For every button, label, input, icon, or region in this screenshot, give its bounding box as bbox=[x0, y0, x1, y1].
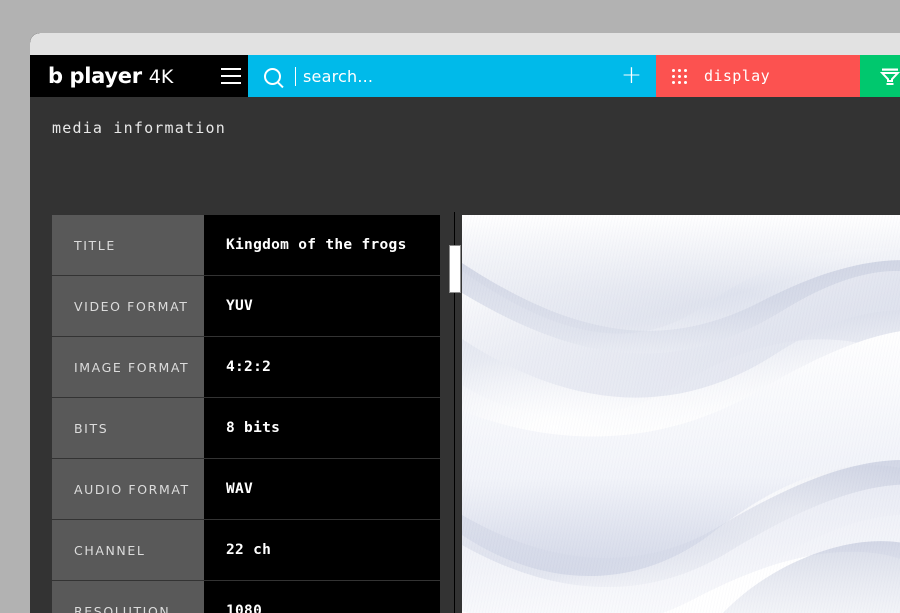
table-row[interactable]: RESOLUTION 1080 bbox=[52, 581, 440, 613]
app-window: b player 4K search... + display media in… bbox=[30, 33, 900, 613]
info-row-value: 8 bits bbox=[204, 398, 440, 458]
table-row[interactable]: IMAGE FORMAT 4:2:2 bbox=[52, 337, 440, 397]
info-row-value: 4:2:2 bbox=[204, 337, 440, 397]
media-info-table: TITLE Kingdom of the frogs VIDEO FORMAT YUV… bbox=[52, 215, 440, 613]
display-button-label: display bbox=[704, 67, 771, 85]
hamburger-line bbox=[221, 82, 241, 84]
media-preview-image[interactable] bbox=[462, 215, 900, 613]
search-icon bbox=[264, 67, 281, 85]
info-row-label: AUDIO FORMAT bbox=[52, 459, 204, 519]
info-row-value: Kingdom of the frogs bbox=[204, 215, 440, 275]
brand-block: b player 4K bbox=[30, 55, 248, 97]
info-row-value: 1080 bbox=[204, 581, 440, 613]
table-row[interactable]: CHANNEL 22 ch bbox=[52, 520, 440, 580]
snow-grain-texture bbox=[462, 215, 900, 613]
search-input[interactable]: search... bbox=[303, 67, 373, 86]
info-row-label: TITLE bbox=[52, 215, 204, 275]
grid-dots-icon bbox=[672, 68, 687, 84]
info-row-label: CHANNEL bbox=[52, 520, 204, 580]
hamburger-line bbox=[221, 68, 241, 70]
brand-mark-icon: b bbox=[48, 64, 63, 88]
page-title: media information bbox=[52, 119, 226, 137]
top-navigation-bar: b player 4K search... + display bbox=[30, 55, 900, 97]
hamburger-icon[interactable] bbox=[214, 55, 248, 97]
content-area: media information TITLE Kingdom of the fr… bbox=[30, 97, 900, 613]
info-row-label: VIDEO FORMAT bbox=[52, 276, 204, 336]
table-row[interactable]: AUDIO FORMAT WAV bbox=[52, 459, 440, 519]
info-row-value: YUV bbox=[204, 276, 440, 336]
info-row-label: IMAGE FORMAT bbox=[52, 337, 204, 397]
table-row[interactable]: BITS 8 bits bbox=[52, 398, 440, 458]
app-logo[interactable]: b player 4K bbox=[48, 64, 173, 88]
hamburger-line bbox=[221, 75, 241, 77]
table-vertical-scrollbar[interactable] bbox=[449, 212, 461, 613]
info-row-label: RESOLUTION bbox=[52, 581, 204, 613]
window-title-bar bbox=[30, 33, 900, 55]
info-row-label: BITS bbox=[52, 398, 204, 458]
text-cursor bbox=[295, 66, 296, 86]
brand-suffix: 4K bbox=[148, 66, 174, 88]
brand-name: player bbox=[69, 64, 143, 88]
add-search-button[interactable]: + bbox=[621, 62, 642, 90]
search-bar[interactable]: search... + bbox=[248, 55, 656, 97]
info-row-value: WAV bbox=[204, 459, 440, 519]
table-row[interactable]: TITLE Kingdom of the frogs bbox=[52, 215, 440, 275]
display-button[interactable]: display bbox=[656, 55, 860, 97]
info-row-value: 22 ch bbox=[204, 520, 440, 580]
filter-funnel-icon bbox=[879, 65, 900, 87]
table-row[interactable]: VIDEO FORMAT YUV bbox=[52, 276, 440, 336]
filter-button[interactable] bbox=[860, 55, 900, 97]
scrollbar-thumb[interactable] bbox=[449, 245, 461, 293]
